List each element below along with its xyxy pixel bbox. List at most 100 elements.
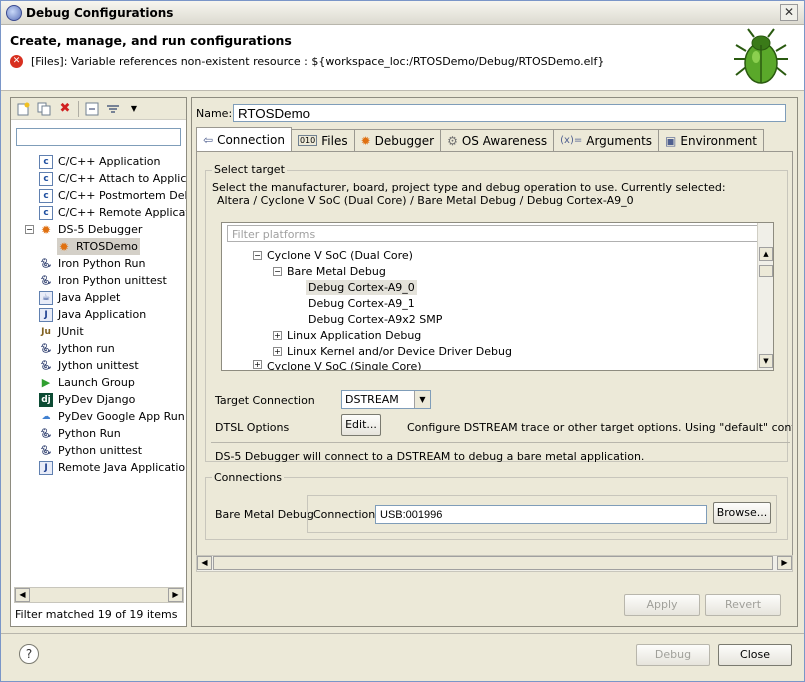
tree-item-java-application[interactable]: J Java Application <box>39 306 146 323</box>
tab-connection[interactable]: ⇦ Connection <box>196 127 292 151</box>
configuration-filter-input[interactable] <box>16 128 181 146</box>
java-icon: J <box>39 307 53 322</box>
close-window-button[interactable]: ✕ <box>780 4 798 21</box>
scroll-right-icon[interactable]: ▶ <box>777 556 792 570</box>
scroll-right-icon[interactable]: ▶ <box>168 588 183 602</box>
junit-icon: Ju <box>41 326 51 337</box>
scroll-left-icon[interactable]: ◀ <box>197 556 212 570</box>
debug-button[interactable]: Debug <box>636 644 710 666</box>
expand-toggle-icon[interactable]: + <box>253 360 262 369</box>
select-target-description: Select the manufacturer, board, project … <box>212 181 726 194</box>
target-connection-select[interactable]: DSTREAM ▼ <box>341 390 431 409</box>
scroll-left-icon[interactable]: ◀ <box>15 588 30 602</box>
tree-item-c-attach[interactable]: c C/C++ Attach to Applicat <box>39 170 186 187</box>
tree-item-c-remote[interactable]: c C/C++ Remote Applicatio <box>39 204 186 221</box>
tree-item-iron-python-unittest[interactable]: 🐍︎ Iron Python unittest <box>39 272 167 289</box>
c-icon: c <box>39 205 53 220</box>
connections-label: Connections <box>212 471 284 484</box>
duplicate-icon[interactable] <box>36 101 52 117</box>
tab-environment[interactable]: ▣ Environment <box>658 129 765 151</box>
node-cyclone-single[interactable]: + Cyclone V SoC (Single Core) <box>253 360 422 370</box>
edit-button[interactable]: Edit... <box>341 414 381 436</box>
c-icon: c <box>39 188 53 203</box>
gear-icon: ⚙ <box>447 133 458 148</box>
applet-icon: ☕ <box>39 290 53 305</box>
browse-button[interactable]: Browse... <box>713 502 771 524</box>
header-title: Create, manage, and run configurations <box>10 33 292 48</box>
node-linux-app-debug[interactable]: + Linux Application Debug <box>273 328 421 343</box>
environment-icon: ▣ <box>665 133 677 148</box>
tree-item-jython-run[interactable]: 🐍︎ Jython run <box>39 340 114 357</box>
select-target-label: Select target <box>212 163 287 176</box>
help-icon[interactable]: ? <box>19 644 39 664</box>
expand-toggle-icon[interactable]: + <box>273 331 282 340</box>
tree-item-pydev-google[interactable]: ☁ PyDev Google App Run <box>39 408 185 425</box>
tree-item-remote-java[interactable]: J Remote Java Application <box>39 459 186 476</box>
platform-tree-scrollbar[interactable]: ▲ ▼ <box>757 223 773 370</box>
tab-os-awareness[interactable]: ⚙ OS Awareness <box>440 129 555 151</box>
python-icon: 🐍︎ <box>40 258 52 269</box>
dialog-header: Create, manage, and run configurations ✕… <box>1 25 804 91</box>
c-icon: c <box>39 171 53 186</box>
python-unittest-icon: 🐍︎ <box>40 360 52 371</box>
tree-item-iron-python-run[interactable]: 🐍︎ Iron Python Run <box>39 255 145 272</box>
django-icon: dj <box>39 392 53 407</box>
scroll-down-icon[interactable]: ▼ <box>759 354 773 368</box>
revert-button[interactable]: Revert <box>705 594 781 616</box>
collapse-toggle-icon[interactable]: − <box>273 267 282 276</box>
tree-item-python-run[interactable]: 🐍︎ Python Run <box>39 425 120 442</box>
node-cyclone-dual[interactable]: − Cyclone V SoC (Dual Core) <box>253 248 413 263</box>
tree-item-c-postmortem[interactable]: c C/C++ Postmortem Debu <box>39 187 186 204</box>
left-horizontal-scrollbar[interactable]: ◀ ▶ <box>14 587 184 603</box>
apply-button[interactable]: Apply <box>624 594 700 616</box>
tree-item-java-applet[interactable]: ☕ Java Applet <box>39 289 120 306</box>
collapse-all-icon[interactable] <box>84 101 100 117</box>
connection-input[interactable] <box>375 505 707 524</box>
expand-toggle-icon[interactable]: + <box>273 347 282 356</box>
tree-item-c-application[interactable]: c C/C++ Application <box>39 153 160 170</box>
tree-item-launch-group[interactable]: ▶ Launch Group <box>39 374 135 391</box>
tree-item-rtosdemo[interactable]: ✹ RTOSDemo <box>57 238 140 255</box>
collapse-toggle-icon[interactable]: − <box>253 251 262 260</box>
dtsl-description: Configure DSTREAM trace or other target … <box>407 421 792 434</box>
connection-icon: ⇦ <box>203 132 214 147</box>
close-button[interactable]: Close <box>718 644 792 666</box>
tree-item-ds5-debugger[interactable]: − ✹ DS-5 Debugger <box>25 221 142 238</box>
python-unittest-icon: 🐍︎ <box>40 445 52 456</box>
node-linux-kernel-debug[interactable]: + Linux Kernel and/or Device Driver Debug <box>273 344 512 359</box>
node-debug-cortex-a9x2-smp[interactable]: Debug Cortex-A9x2 SMP <box>308 312 442 327</box>
filter-platforms-input[interactable]: Filter platforms <box>227 225 767 242</box>
python-unittest-icon: 🐍︎ <box>40 275 52 286</box>
scroll-thumb[interactable] <box>213 556 773 570</box>
tree-item-junit[interactable]: Ju JUnit <box>39 323 84 340</box>
view-menu-icon[interactable]: ▼ <box>126 101 142 117</box>
tree-item-python-unittest[interactable]: 🐍︎ Python unittest <box>39 442 142 459</box>
filter-icon[interactable] <box>105 101 121 117</box>
currently-selected-target: Altera / Cyclone V SoC (Dual Core) / Bar… <box>217 194 634 207</box>
delete-icon[interactable]: ✖ <box>57 101 73 117</box>
node-bare-metal-debug[interactable]: − Bare Metal Debug <box>273 264 386 279</box>
collapse-toggle-icon[interactable]: − <box>25 225 34 234</box>
tab-files[interactable]: 010 Files <box>290 129 355 151</box>
python-icon: 🐍︎ <box>40 343 52 354</box>
tree-item-pydev-django[interactable]: dj PyDev Django <box>39 391 135 408</box>
debugger-icon: ✹ <box>360 133 371 148</box>
scroll-up-icon[interactable]: ▲ <box>759 247 773 261</box>
remote-java-icon: J <box>39 460 53 475</box>
dtsl-options-label: DTSL Options <box>215 421 290 434</box>
footer-divider <box>1 633 804 634</box>
tab-arguments[interactable]: (x)= Arguments <box>553 129 660 151</box>
node-debug-cortex-a9-1[interactable]: Debug Cortex-A9_1 <box>308 296 415 311</box>
tree-item-jython-unittest[interactable]: 🐍︎ Jython unittest <box>39 357 138 374</box>
window-title: Debug Configurations <box>26 5 174 20</box>
debug-bug-icon <box>734 28 788 84</box>
ds5-icon: ✹ <box>40 222 52 237</box>
tab-debugger[interactable]: ✹ Debugger <box>353 129 442 151</box>
configuration-list-panel: ✖ ▼ c C/C++ Application c C/C++ Attach to … <box>10 97 187 627</box>
node-debug-cortex-a9-0[interactable]: Debug Cortex-A9_0 <box>306 280 417 295</box>
name-input[interactable] <box>233 104 786 122</box>
new-configuration-icon[interactable] <box>15 101 31 117</box>
editor-horizontal-scrollbar[interactable]: ◀ ▶ <box>196 555 793 572</box>
chevron-down-icon: ▼ <box>414 391 430 408</box>
scroll-thumb[interactable] <box>759 265 773 277</box>
